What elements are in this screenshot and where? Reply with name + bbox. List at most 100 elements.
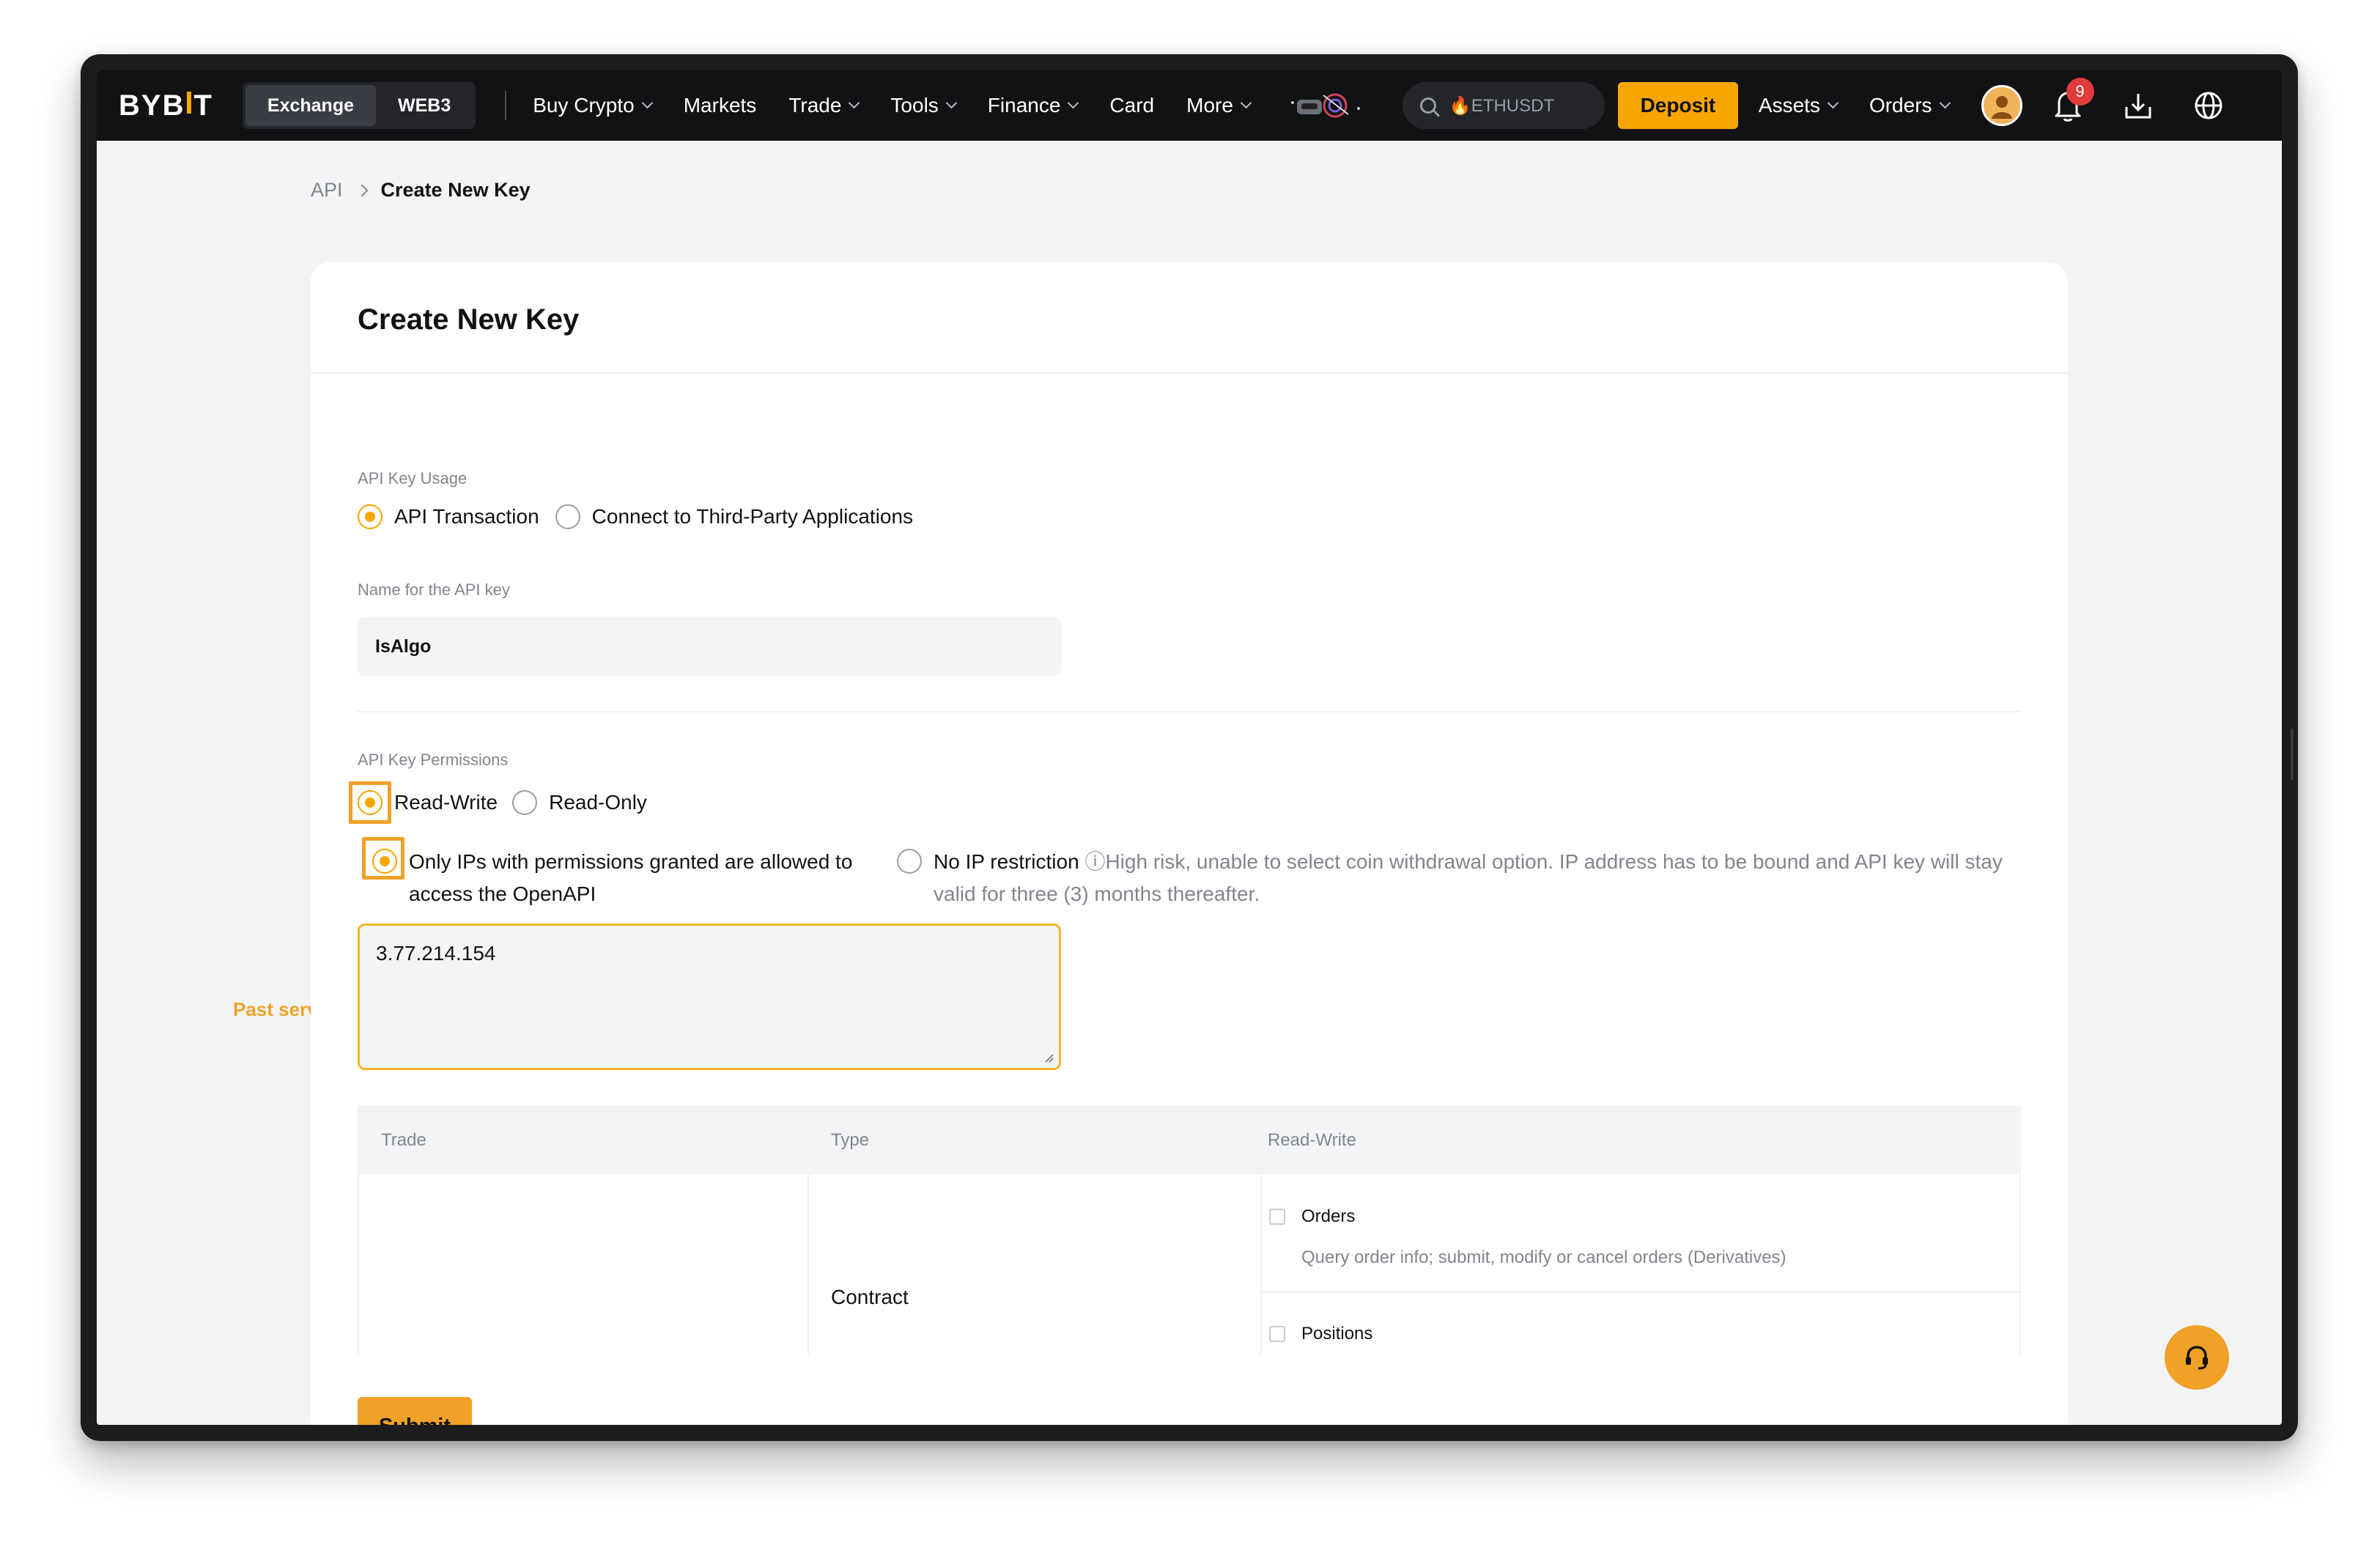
divider (311, 372, 2068, 374)
event-promo-icon[interactable] (1287, 88, 1363, 123)
bybit-logo[interactable]: BYB T (119, 89, 213, 122)
no-ip-text: No IP restriction ⓘHigh risk, unable to … (934, 846, 2018, 910)
radio-no-ip-restriction[interactable]: No IP restriction ⓘHigh risk, unable to … (897, 846, 2018, 910)
radio-label: Read-Write (394, 791, 498, 814)
permission-positions[interactable]: Positions (1269, 1324, 1372, 1344)
usage-label: API Key Usage (358, 469, 468, 487)
usage-radio-group: API Transaction Connect to Third-Party A… (358, 504, 913, 529)
radio-read-only[interactable]: Read-Only (512, 790, 647, 815)
search-text: 🔥ETHUSDT (1449, 95, 1555, 116)
account-menu: Assets Orders 9 (1758, 78, 2258, 126)
nav-orders-label: Orders (1869, 94, 1932, 117)
nav-markets[interactable]: Markets (684, 94, 757, 117)
chevron-down-icon (1068, 97, 1079, 108)
radio-unchecked-icon (555, 504, 580, 529)
nav-buy-crypto[interactable]: Buy Crypto (533, 94, 654, 117)
device-side-button (2291, 729, 2294, 780)
radio-label: Read-Only (549, 791, 647, 814)
chevron-down-icon (1939, 97, 1951, 108)
nav-assets-label: Assets (1758, 94, 1820, 117)
permissions-radio-group: Read-Write Read-Only (358, 790, 647, 815)
exchange-web3-switch: Exchange WEB3 (242, 82, 476, 129)
main-menu: Buy Crypto Markets Trade Tools Finance C… (533, 94, 1282, 117)
chevron-down-icon (945, 97, 958, 108)
nav-finance[interactable]: Finance (987, 94, 1079, 117)
nav-buy-crypto-label: Buy Crypto (533, 94, 635, 117)
permissions-table: Trade Type Read-Write Contract Orders Qu… (358, 1105, 2021, 1354)
nav-more-label: More (1186, 94, 1233, 117)
nav-orders[interactable]: Orders (1869, 94, 1951, 117)
ip-address-value: 3.77.214.154 (376, 942, 496, 965)
permission-positions-label: Positions (1301, 1324, 1373, 1344)
chevron-right-icon (355, 184, 369, 196)
radio-label: API Transaction (394, 505, 539, 528)
top-navigation-bar: BYB T Exchange WEB3 Buy Crypto Markets Tr… (97, 70, 2282, 141)
device-frame: BYB T Exchange WEB3 Buy Crypto Markets Tr… (81, 54, 2298, 1441)
radio-wrap (897, 849, 934, 874)
search-icon (1419, 97, 1436, 114)
checkbox-orders[interactable] (1269, 1209, 1285, 1225)
segment-web3[interactable]: WEB3 (376, 85, 473, 126)
user-avatar[interactable] (1981, 85, 2022, 126)
api-key-name-input[interactable]: IsAlgo (358, 617, 1061, 676)
header-read-write: Read-Write (1268, 1130, 1356, 1150)
divider (358, 711, 2021, 712)
permissions-label: API Key Permissions (358, 751, 509, 769)
breadcrumb-current: Create New Key (380, 179, 531, 201)
header-trade: Trade (381, 1130, 426, 1150)
header-type: Type (831, 1130, 870, 1150)
language-button[interactable] (2188, 85, 2229, 126)
table-header: Trade Type Read-Write (358, 1105, 2021, 1174)
column-divider (1260, 1174, 1262, 1354)
type-cell: Contract (831, 1286, 909, 1308)
nav-assets[interactable]: Assets (1758, 94, 1839, 117)
chevron-down-icon (1827, 97, 1839, 108)
breadcrumb: API Create New Key (311, 179, 531, 202)
nav-more[interactable]: More (1186, 94, 1252, 117)
support-chat-button[interactable] (2165, 1325, 2229, 1390)
radio-unchecked-icon (897, 849, 922, 874)
row-divider (1262, 1291, 2021, 1293)
radio-checked-icon (358, 504, 382, 529)
resize-grip-icon[interactable] (1043, 1052, 1054, 1064)
deposit-button[interactable]: Deposit (1617, 82, 1738, 129)
nav-divider (505, 91, 507, 120)
permission-orders[interactable]: Orders (1269, 1206, 1355, 1227)
nav-trade[interactable]: Trade (788, 94, 860, 117)
segment-exchange[interactable]: Exchange (245, 85, 376, 126)
browser-screen: BYB T Exchange WEB3 Buy Crypto Markets Tr… (97, 70, 2282, 1425)
breadcrumb-api[interactable]: API (311, 179, 343, 202)
table-border (358, 1174, 359, 1354)
no-ip-label: No IP restriction (934, 850, 1079, 873)
permission-orders-label: Orders (1301, 1206, 1356, 1226)
create-key-card: Create New Key API Key Usage API Transac… (311, 262, 2068, 1425)
page-title: Create New Key (358, 303, 580, 336)
headset-icon (2186, 1346, 2208, 1370)
notifications-button[interactable]: 9 (2047, 78, 2094, 126)
search-box[interactable]: 🔥ETHUSDT (1402, 82, 1605, 129)
download-button[interactable] (2118, 85, 2159, 126)
globe-icon (2195, 92, 2222, 119)
radio-unchecked-icon (512, 790, 538, 815)
ip-restricted-label: Only IPs with permissions granted are al… (409, 850, 853, 905)
download-icon (2125, 94, 2151, 119)
column-divider (808, 1174, 809, 1354)
chevron-down-icon (849, 97, 860, 108)
ip-address-textarea[interactable]: 3.77.214.154 (358, 924, 1061, 1070)
nav-card-label: Card (1109, 94, 1155, 117)
highlight-box (349, 781, 391, 824)
notification-badge: 9 (2066, 78, 2094, 106)
submit-button[interactable]: Submit (358, 1397, 472, 1425)
radio-label: Connect to Third-Party Applications (591, 505, 914, 528)
radio-api-transaction[interactable]: API Transaction (358, 504, 539, 529)
chevron-down-icon (1240, 97, 1252, 108)
nav-tools[interactable]: Tools (890, 94, 958, 117)
nav-tools-label: Tools (890, 94, 939, 117)
checkbox-positions[interactable] (1269, 1326, 1285, 1342)
chevron-down-icon (641, 97, 654, 108)
nav-finance-label: Finance (987, 94, 1061, 117)
permission-orders-description: Query order info; submit, modify or canc… (1301, 1247, 1786, 1267)
radio-third-party[interactable]: Connect to Third-Party Applications (555, 504, 913, 529)
radio-ip-restricted[interactable]: Only IPs with permissions granted are al… (358, 846, 863, 910)
nav-card[interactable]: Card (1109, 94, 1154, 117)
